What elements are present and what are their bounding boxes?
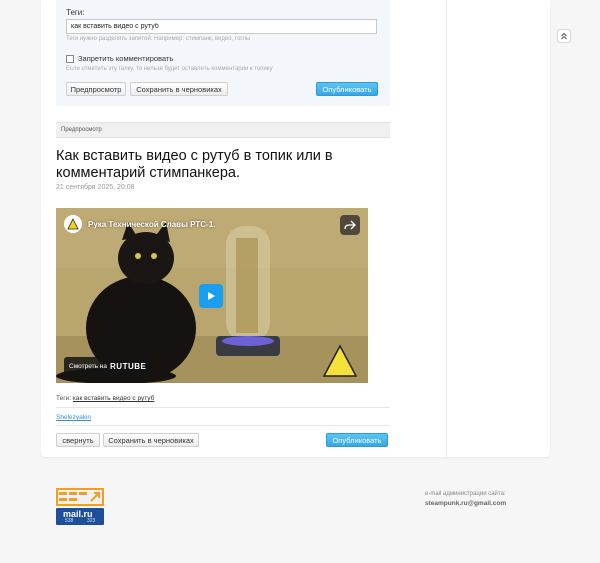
- watch-on-rutube-button[interactable]: Смотреть на RUTUBE: [64, 357, 152, 375]
- publish-button[interactable]: Опубликовать: [316, 82, 378, 96]
- rutube-brand: RUTUBE: [110, 361, 147, 371]
- author-link[interactable]: Shelezyakin: [56, 414, 91, 421]
- publish-button-bottom[interactable]: Опубликовать: [326, 433, 388, 447]
- video-title[interactable]: Рука Технической Славы РТС-1.: [88, 220, 215, 229]
- scroll-top-button[interactable]: [557, 29, 571, 43]
- topic-form: Теги: Теги нужно разделять запятой. Напр…: [56, 0, 390, 106]
- save-drafts-button[interactable]: Сохранить в черновиках: [130, 82, 228, 96]
- preview-header: Предпросмотр: [56, 122, 390, 138]
- post-title: Как вставить видео с рутуб в топик или в…: [56, 148, 333, 181]
- counter-badge[interactable]: [56, 488, 104, 506]
- collapse-button[interactable]: свернуть: [56, 433, 100, 447]
- tags-input[interactable]: [66, 19, 377, 34]
- save-drafts-button-bottom[interactable]: Сохранить в черновиках: [103, 433, 199, 447]
- channel-logo[interactable]: [64, 215, 82, 233]
- tags-label: Теги:: [66, 8, 85, 17]
- mailru-counter-value: 323: [87, 518, 96, 524]
- disable-comments-checkbox[interactable]: [66, 55, 74, 63]
- video-player[interactable]: Рука Технической Славы РТС-1. Смотреть н…: [56, 208, 368, 383]
- column-divider: [446, 0, 447, 457]
- tag-link[interactable]: как вставить видео с рутуб: [73, 395, 155, 402]
- double-chevron-up-icon: [561, 32, 567, 40]
- share-button[interactable]: [340, 215, 360, 235]
- post-tags-prefix: Теги:: [56, 395, 72, 402]
- admin-email[interactable]: steampunk.ru@gmail.com: [425, 500, 506, 507]
- divider: [56, 425, 390, 426]
- warning-sign-icon: [67, 218, 79, 230]
- counter-logo-icon: [59, 492, 100, 502]
- mailru-counter[interactable]: mail.ru 538 323: [56, 508, 104, 525]
- post-tags: Теги: как вставить видео с рутуб: [56, 395, 154, 402]
- disable-comments-label[interactable]: Запретить комментировать: [78, 54, 173, 63]
- share-arrow-icon: [344, 220, 356, 230]
- mailru-counter-value: 538: [65, 518, 74, 524]
- admin-email-label: e-mail администрации сайта:: [425, 491, 506, 497]
- post-editor-card: Теги: Теги нужно разделять запятой. Напр…: [41, 0, 550, 457]
- preview-button[interactable]: Предпросмотр: [66, 82, 126, 96]
- play-button[interactable]: [199, 284, 223, 308]
- watch-on-label: Смотреть на: [69, 362, 108, 370]
- disable-comments-hint: Если отметить эту галку, то нельзя будет…: [66, 66, 273, 72]
- play-icon: [208, 292, 215, 300]
- tags-hint: Теги нужно разделять запятой. Например: …: [66, 36, 251, 42]
- divider: [56, 407, 390, 408]
- post-date: 21 сентября 2025, 20:08: [56, 184, 135, 191]
